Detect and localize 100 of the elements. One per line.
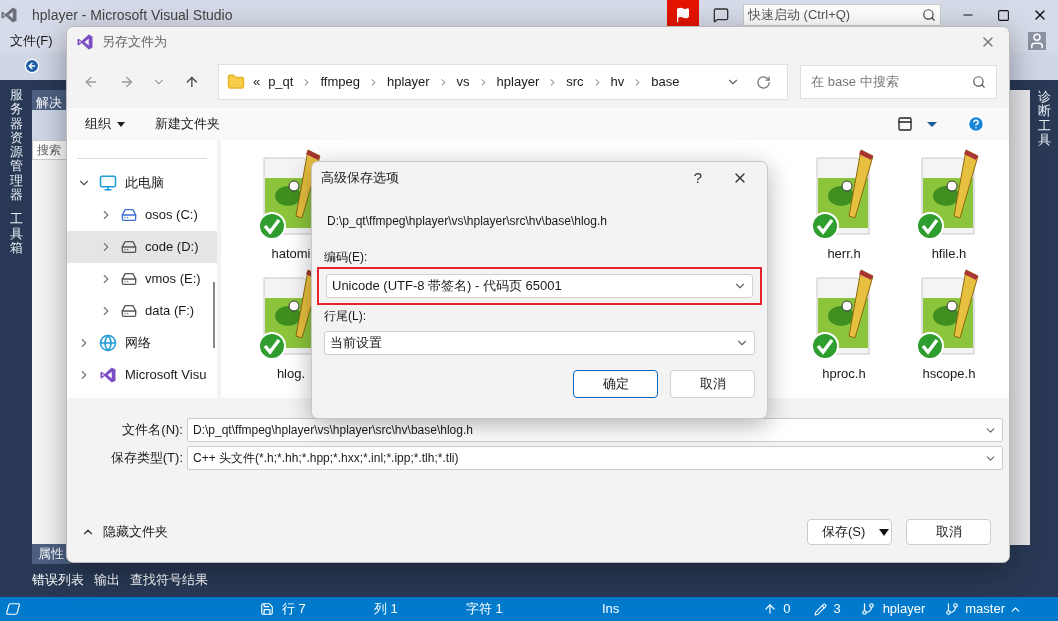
field-label: 文件名(N): bbox=[121, 421, 184, 440]
document-check-icon bbox=[811, 148, 877, 240]
drive-icon bbox=[121, 303, 137, 319]
branch-icon[interactable] bbox=[945, 602, 960, 616]
caret-icon[interactable] bbox=[927, 121, 937, 127]
file-name[interactable]: hlog. bbox=[276, 364, 306, 384]
breadcrumb-item[interactable]: vs bbox=[456, 72, 470, 92]
tool-tab[interactable]: 服务器资源管理器 bbox=[9, 88, 23, 203]
address-bar[interactable]: « p_qt ffmpeg hplayer vs hplayer src hv base bbox=[217, 64, 789, 100]
document-check-icon bbox=[916, 148, 982, 240]
breadcrumb-item[interactable]: base bbox=[651, 72, 680, 92]
breadcrumb-item[interactable]: ffmpeg bbox=[320, 72, 360, 92]
file-name[interactable]: hproc.h bbox=[822, 364, 866, 384]
search-field[interactable]: 在 base 中搜索 bbox=[800, 65, 997, 99]
scrollbar-thumb[interactable] bbox=[213, 282, 215, 348]
line-ending-select[interactable]: 当前设置 bbox=[324, 331, 755, 355]
ok-button[interactable]: 确定 bbox=[573, 370, 658, 398]
field-label: 行尾(L): bbox=[324, 308, 367, 325]
status-changes[interactable]: 3 bbox=[833, 599, 841, 619]
nav-tree-label: vmos (E:) bbox=[145, 270, 201, 289]
dialog-title: 高级保存选项 bbox=[321, 169, 400, 188]
nav-tree-item[interactable]: 网络 bbox=[67, 327, 217, 359]
nav-tree-label: 此电脑 bbox=[125, 174, 164, 193]
file-name[interactable]: herr.h bbox=[827, 244, 861, 264]
panel-tab[interactable]: 错误列表 bbox=[32, 570, 84, 590]
status-branch[interactable]: master bbox=[965, 599, 1005, 619]
toolbar-button[interactable]: 新建文件夹 bbox=[155, 114, 220, 134]
status-mode: Ins bbox=[602, 600, 620, 619]
status-column: 列 1 bbox=[374, 599, 466, 619]
nav-tree-label: 网络 bbox=[125, 334, 151, 353]
search-icon bbox=[922, 8, 936, 22]
breadcrumb-item[interactable]: « bbox=[252, 72, 261, 92]
save-icon bbox=[260, 602, 274, 616]
network-icon bbox=[99, 334, 117, 352]
avatar-icon[interactable] bbox=[1028, 32, 1046, 50]
drive-icon bbox=[121, 271, 137, 287]
breadcrumb-item[interactable]: hplayer bbox=[386, 72, 430, 92]
save-split-button[interactable]: 保存(S) bbox=[807, 519, 892, 545]
status-pushes[interactable]: 0 bbox=[783, 599, 791, 619]
file-name-field[interactable]: D:\p_qt\ffmpeg\hplayer\vs\hplayer\src\hv\base\hlog.h bbox=[187, 418, 1003, 442]
status-line: 行 7 bbox=[282, 600, 307, 619]
dialog-title: 另存文件为 bbox=[102, 33, 168, 52]
tool-tab[interactable]: 工具箱 bbox=[9, 212, 23, 256]
hide-folders-toggle[interactable]: 隐藏文件夹 bbox=[81, 522, 168, 542]
document-check-icon bbox=[811, 268, 877, 360]
breadcrumb-item[interactable]: hv bbox=[610, 72, 625, 92]
app-logo-icon bbox=[99, 366, 117, 384]
status-char: 字符 1 bbox=[466, 600, 504, 619]
quick-launch-field[interactable]: 快速启动 (Ctrl+Q) bbox=[743, 4, 941, 26]
pencil-icon[interactable] bbox=[814, 602, 828, 616]
drive-icon bbox=[121, 207, 137, 223]
nav-tree-item[interactable]: vmos (E:) bbox=[67, 263, 217, 295]
file-name[interactable]: hatomi bbox=[271, 244, 311, 264]
file-name[interactable]: hfile.h bbox=[931, 244, 967, 264]
app-logo-icon bbox=[76, 33, 94, 51]
monitor-icon bbox=[99, 174, 117, 192]
window-title: hplayer - Microsoft Visual Studio bbox=[32, 5, 233, 25]
nav-tree-item[interactable]: data (F:) bbox=[67, 295, 217, 327]
search-icon bbox=[972, 75, 986, 89]
flag-icon bbox=[675, 7, 691, 23]
help-button[interactable]: ? bbox=[680, 166, 716, 190]
nav-tree-label: osos (C:) bbox=[145, 206, 198, 225]
breadcrumb-item[interactable]: src bbox=[566, 72, 584, 92]
panel-tab[interactable]: 输出 bbox=[94, 570, 120, 590]
encoding-select[interactable]: Unicode (UTF-8 带签名) - 代码页 65001 bbox=[326, 274, 753, 298]
folder-icon bbox=[226, 73, 245, 91]
status-repo[interactable]: hplayer bbox=[882, 599, 926, 619]
window-icon bbox=[4, 602, 22, 616]
nav-tree-label: code (D:) bbox=[145, 238, 199, 257]
cancel-button[interactable]: 取消 bbox=[906, 519, 991, 545]
file-name[interactable]: hscope.h bbox=[922, 364, 976, 384]
panel-tab[interactable]: 属性 bbox=[32, 544, 70, 564]
document-check-icon bbox=[916, 268, 982, 360]
repository-icon[interactable] bbox=[860, 602, 875, 616]
nav-tree-item[interactable]: 此电脑 bbox=[67, 167, 217, 199]
nav-tree-item[interactable]: code (D:) bbox=[67, 231, 217, 263]
breadcrumb-item[interactable]: hplayer bbox=[496, 72, 540, 92]
nav-tree-item[interactable]: osos (C:) bbox=[67, 199, 217, 231]
nav-tree-item[interactable]: Microsoft Visu bbox=[67, 359, 217, 391]
breadcrumb-item[interactable]: p_qt bbox=[268, 72, 294, 92]
field-label: 编码(E): bbox=[324, 249, 369, 266]
file-type-select[interactable]: C++ 头文件(*.h;*.hh;*.hpp;*.hxx;*.inl;*.ipp;*.tlh;*.tli) bbox=[187, 446, 1003, 470]
refresh-icon[interactable] bbox=[756, 74, 772, 90]
help-icon[interactable] bbox=[967, 115, 985, 133]
scrollbar[interactable] bbox=[1010, 90, 1030, 545]
drive-icon bbox=[121, 239, 137, 255]
menu-item[interactable]: 文件(F) bbox=[10, 31, 53, 51]
view-icon[interactable] bbox=[897, 116, 913, 132]
tool-tab[interactable]: 诊断工具 bbox=[1037, 90, 1051, 148]
field-label: 保存类型(T): bbox=[109, 449, 184, 468]
app-logo-icon bbox=[0, 6, 18, 24]
toolbar-button[interactable]: 组织 bbox=[85, 114, 125, 134]
nav-tree-label: data (F:) bbox=[145, 302, 195, 321]
caret-icon bbox=[117, 121, 125, 127]
panel-title: 解决 bbox=[36, 95, 62, 110]
maximize-icon[interactable] bbox=[997, 8, 1010, 22]
feedback-icon[interactable] bbox=[713, 7, 729, 23]
caret-icon bbox=[879, 528, 889, 536]
cancel-button[interactable]: 取消 bbox=[670, 370, 755, 398]
panel-tab[interactable]: 查找符号结果 bbox=[130, 570, 208, 590]
